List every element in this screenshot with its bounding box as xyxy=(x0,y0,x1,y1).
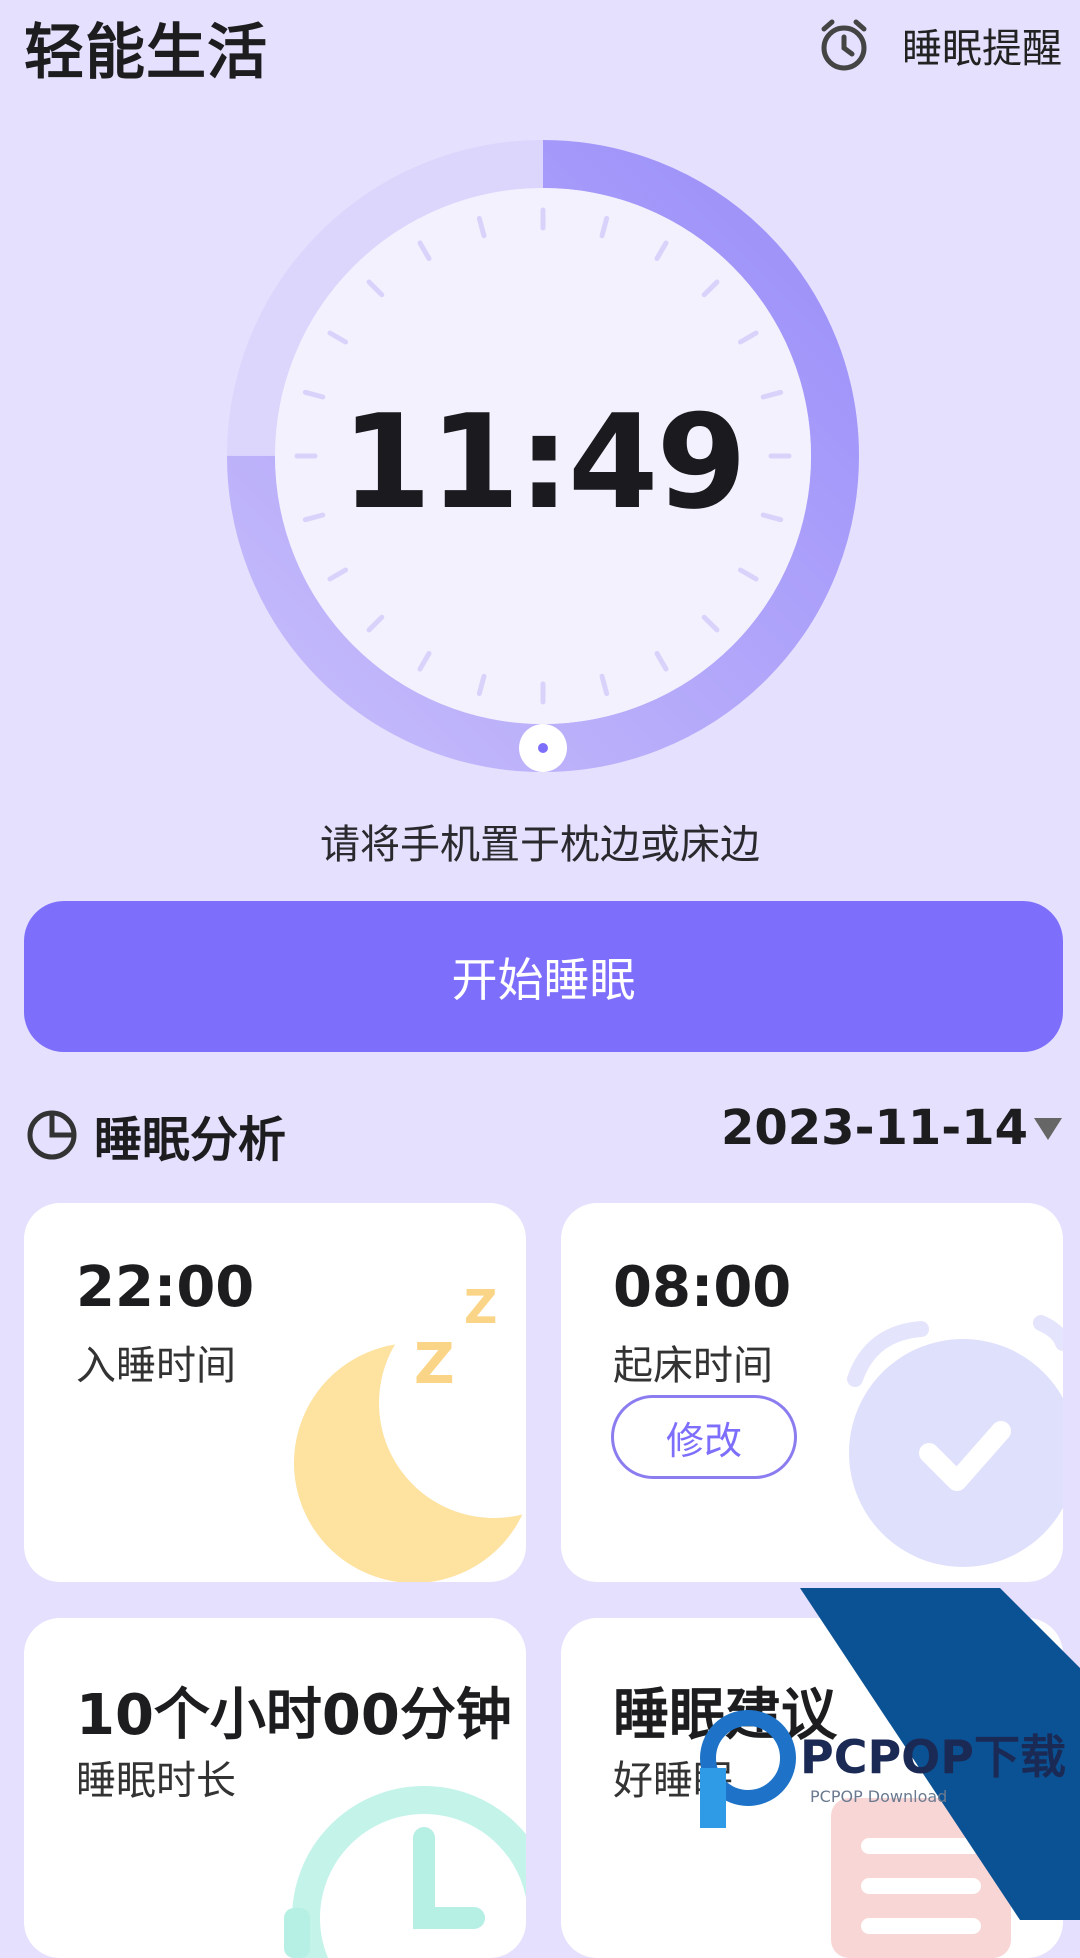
dropdown-triangle-icon xyxy=(1034,1118,1062,1140)
watermark-sub: PCPOP Download xyxy=(810,1787,947,1806)
alarm-clock-icon xyxy=(821,19,867,71)
sleep-duration-value: 10个小时00分钟 xyxy=(76,1683,512,1748)
date-selector[interactable]: 2023-11-14 xyxy=(721,1100,1066,1156)
wake-time-card[interactable]: 08:00 起床时间 修改 xyxy=(561,1203,1063,1582)
start-sleep-button[interactable]: 开始睡眠 xyxy=(24,901,1063,1052)
sleep-reminder-button[interactable]: 睡眠提醒 xyxy=(816,10,1062,80)
edit-wake-time-button[interactable]: 修改 xyxy=(611,1395,797,1479)
pcpop-watermark: PCPOP下载 PCPOP Download xyxy=(700,1588,1080,1920)
moon-illustration: Z Z xyxy=(294,1280,526,1582)
sleep-analysis-header: 睡眠分析 xyxy=(24,1100,286,1170)
clock-illustration xyxy=(284,1786,526,1958)
bedtime-value: 22:00 xyxy=(76,1255,255,1320)
bedtime-label: 入睡时间 xyxy=(76,1343,236,1389)
selected-date: 2023-11-14 xyxy=(720,1100,1028,1156)
sleep-duration-card[interactable]: 10个小时00分钟 睡眠时长 xyxy=(24,1618,526,1958)
svg-text:Z: Z xyxy=(414,1332,455,1397)
wake-time-value: 08:00 xyxy=(613,1255,792,1320)
watermark-brand: PCPOP下载 xyxy=(800,1730,1066,1784)
sleep-analysis-title: 睡眠分析 xyxy=(94,1112,287,1168)
svg-text:Z: Z xyxy=(464,1280,497,1334)
pcpop-logo-icon xyxy=(700,1710,796,1828)
app-title: 轻能生活 xyxy=(24,18,268,88)
wake-time-label: 起床时间 xyxy=(613,1343,773,1389)
dial-handle[interactable] xyxy=(519,724,567,772)
alarm-check-illustration xyxy=(847,1315,1063,1567)
pie-chart-icon xyxy=(27,1110,77,1160)
sleep-duration-label: 睡眠时长 xyxy=(76,1758,236,1804)
placement-hint: 请将手机置于枕边或床边 xyxy=(320,822,760,868)
sleep-reminder-label: 睡眠提醒 xyxy=(902,26,1062,72)
clock-time: 11:49 xyxy=(341,386,747,538)
bedtime-card[interactable]: 22:00 入睡时间 Z Z xyxy=(24,1203,526,1582)
